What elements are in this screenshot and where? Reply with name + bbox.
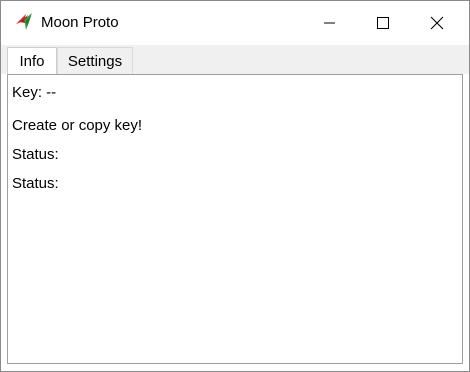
close-button[interactable] (414, 1, 460, 45)
maximize-icon (377, 17, 389, 29)
title-bar[interactable]: Moon Proto (1, 1, 469, 45)
tab-strip: Info Settings (1, 45, 469, 74)
status-label-1: Status: (12, 146, 59, 163)
status-label-2: Status: (12, 175, 59, 192)
window-title: Moon Proto (41, 14, 119, 31)
key-label: Key: -- (12, 84, 57, 101)
app-icon (16, 13, 32, 30)
tab-settings[interactable]: Settings (57, 47, 133, 74)
minimize-button[interactable] (307, 1, 353, 45)
tab-info[interactable]: Info (7, 47, 57, 74)
maximize-button[interactable] (360, 1, 406, 45)
info-panel: Key: -- Create or copy key! Status: Stat… (7, 74, 463, 364)
close-icon (430, 16, 444, 30)
instruction-text: Create or copy key! (12, 117, 143, 134)
minimize-icon (324, 22, 335, 24)
app-window: Moon Proto Info Settings Key: -- Create … (0, 0, 470, 372)
